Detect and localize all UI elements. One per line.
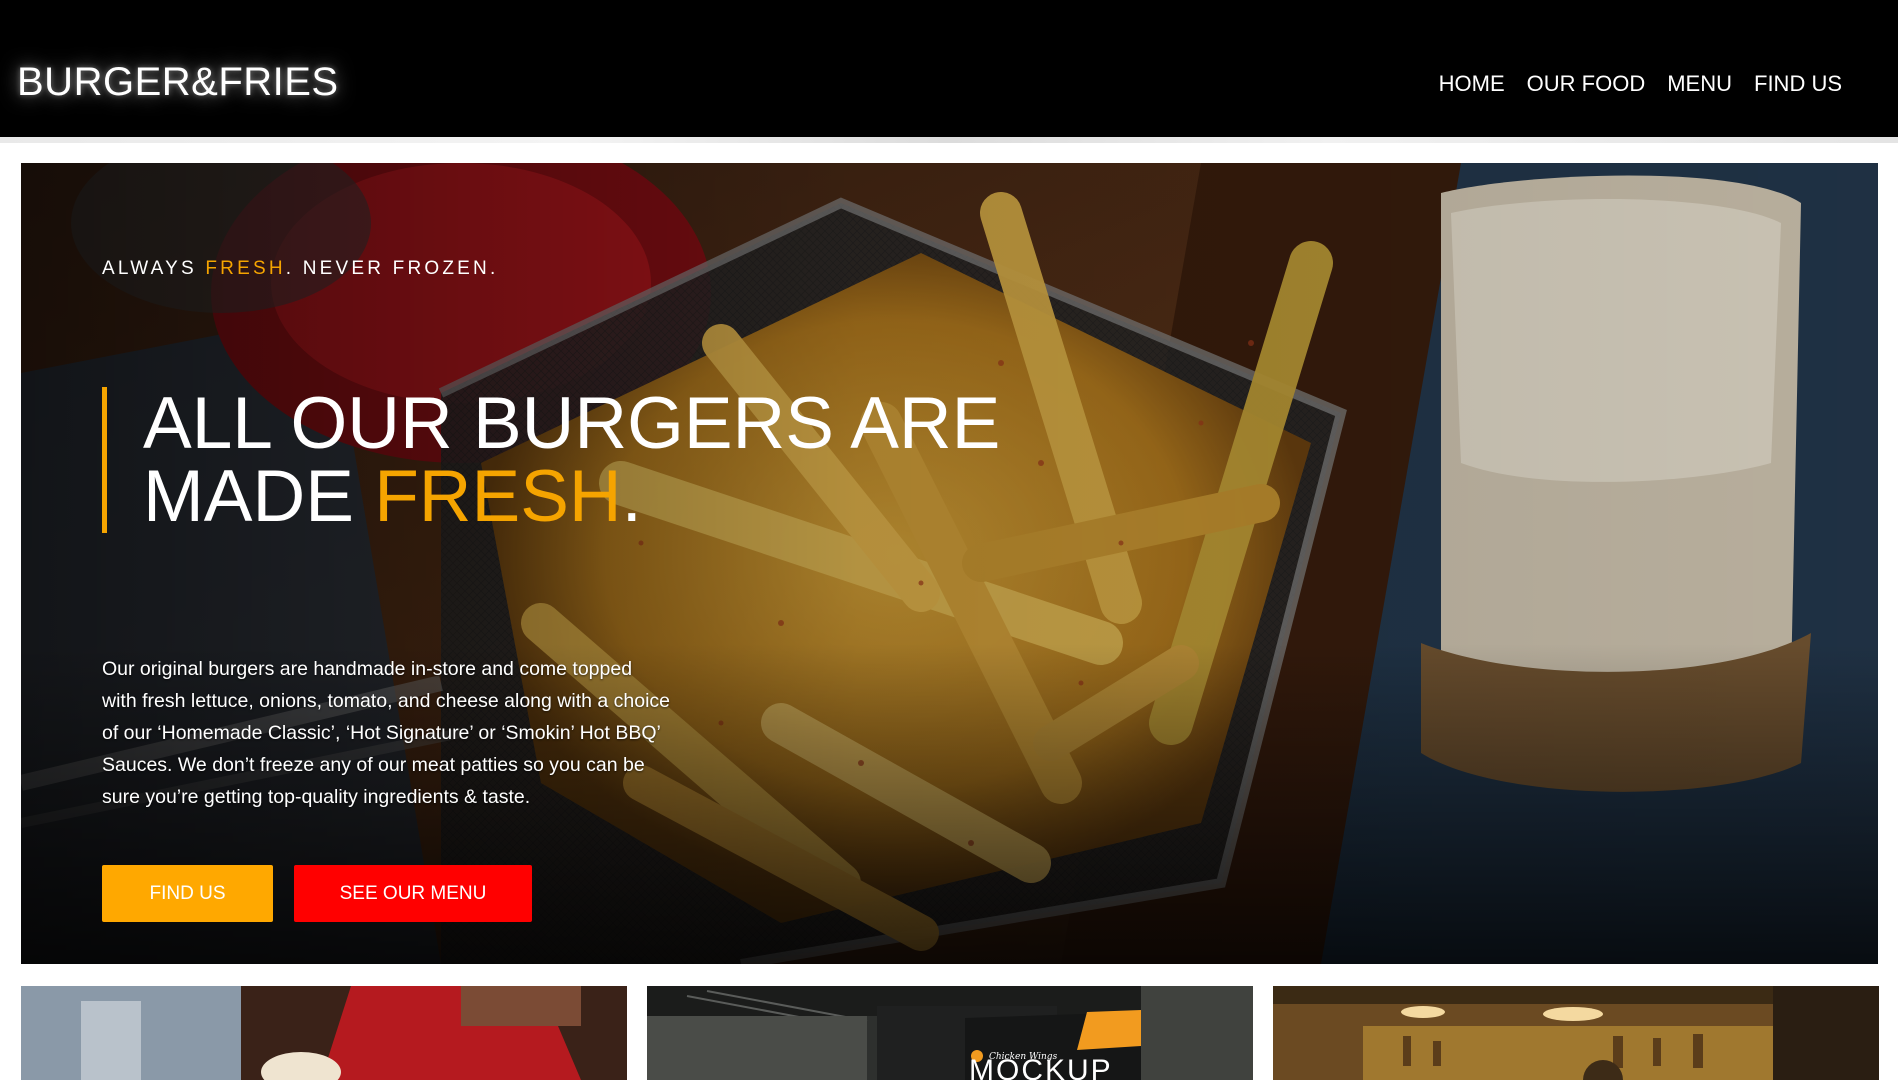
site-header: BURGER&FRIES HOME OUR FOOD MENU FIND US [0,0,1898,137]
nav-our-food[interactable]: OUR FOOD [1527,71,1646,97]
storefront-sign-photo: Chicken Wings MOCKUP [647,986,1253,1080]
nav-find-us[interactable]: FIND US [1754,71,1842,97]
headline-line-2-prefix: MADE [143,456,375,537]
hero-description: Our original burgers are handmade in-sto… [102,658,671,808]
tagline-accent: FRESH [205,258,286,279]
hero-background-image [21,163,1878,964]
headline-block: ALL OUR BURGERS ARE MADE FRESH. [102,387,1000,533]
main-nav: HOME OUR FOOD MENU FIND US [1439,71,1842,97]
header-divider [0,137,1898,143]
hero-headline: ALL OUR BURGERS ARE MADE FRESH. [143,387,1000,533]
sign-large-text: MOCKUP [969,1054,1113,1080]
hero-section: ALWAYS FRESH. NEVER FROZEN. ALL OUR BURG… [21,163,1878,964]
restaurant-interior-photo [1273,986,1879,1080]
nav-home[interactable]: HOME [1439,71,1505,97]
feature-card-chef[interactable] [21,986,627,1080]
see-menu-button[interactable]: SEE OUR MENU [294,865,532,922]
headline-line-1: ALL OUR BURGERS ARE [143,383,1001,464]
tagline-suffix: . NEVER FROZEN. [285,258,499,279]
nav-menu[interactable]: MENU [1667,71,1732,97]
find-us-button[interactable]: FIND US [102,865,273,922]
headline-line-2-suffix: . [621,456,642,537]
hero-tagline: ALWAYS FRESH. NEVER FROZEN. [102,258,498,280]
feature-card-storefront[interactable]: Chicken Wings MOCKUP [647,986,1253,1080]
site-logo[interactable]: BURGER&FRIES [17,60,339,105]
tagline-prefix: ALWAYS [102,258,206,279]
chef-photo [21,986,627,1080]
feature-card-interior[interactable] [1273,986,1879,1080]
headline-accent: FRESH [374,456,622,537]
